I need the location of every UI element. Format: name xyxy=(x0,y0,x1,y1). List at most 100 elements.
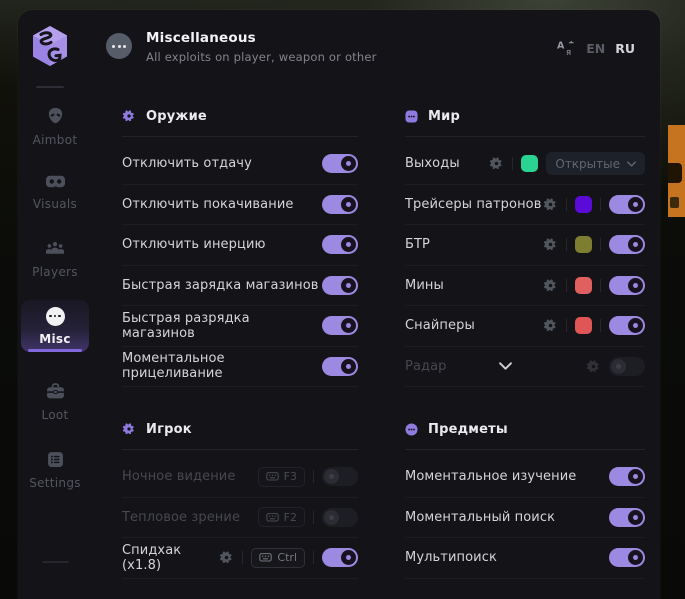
toggle-on[interactable] xyxy=(609,467,645,486)
feature-label: Выходы xyxy=(405,156,460,171)
feature-row: Моментальный поиск xyxy=(405,498,645,539)
toggle-on[interactable] xyxy=(609,508,645,527)
color-swatch[interactable] xyxy=(575,236,592,253)
toggle-on[interactable] xyxy=(609,276,645,295)
control-divider xyxy=(313,551,314,564)
feature-row: Моментальное прицеливание xyxy=(122,347,358,388)
sidebar-divider xyxy=(42,561,69,563)
keyboard-icon xyxy=(266,513,279,522)
toggle-on[interactable] xyxy=(609,195,645,214)
section-items: Предметы Моментальное изучение Моменталь… xyxy=(405,418,645,579)
chevron-down-icon[interactable] xyxy=(499,362,512,370)
control-divider xyxy=(512,157,513,170)
control-divider xyxy=(566,279,567,292)
color-swatch[interactable] xyxy=(521,155,538,172)
app-logo xyxy=(31,24,69,72)
feature-label: Отключить отдачу xyxy=(122,156,252,171)
gear-icon[interactable] xyxy=(586,359,601,374)
section-player: Игрок Ночное видение F3 xyxy=(122,418,358,579)
color-swatch[interactable] xyxy=(575,277,592,294)
gear-icon xyxy=(122,109,136,123)
feature-label: Ночное видение xyxy=(122,469,235,484)
section-title: Предметы xyxy=(428,422,508,437)
gear-icon[interactable] xyxy=(543,197,558,212)
section-header: Игрок xyxy=(122,418,358,440)
translate-icon[interactable]: A я xyxy=(557,39,576,57)
gear-icon[interactable] xyxy=(543,278,558,293)
background-glyph xyxy=(668,163,682,183)
feature-label: Моментальное изучение xyxy=(405,469,576,484)
sidebar-item-aimbot[interactable]: Aimbot xyxy=(21,106,89,147)
svg-text:A: A xyxy=(557,40,565,51)
feature-row: Трейсеры патронов xyxy=(405,185,645,226)
gear-icon[interactable] xyxy=(219,550,234,565)
sidebar-item-players[interactable]: Players xyxy=(21,241,89,279)
gear-icon[interactable] xyxy=(489,156,504,171)
feature-row: Мины xyxy=(405,266,645,307)
feature-row: Снайперы xyxy=(405,306,645,347)
ellipsis-icon xyxy=(46,307,65,326)
section-header: Мир xyxy=(405,105,645,127)
toggle-on[interactable] xyxy=(322,316,358,335)
sidebar-item-label: Settings xyxy=(29,476,81,490)
lang-ru-button[interactable]: RU xyxy=(615,41,635,56)
page-title: Miscellaneous xyxy=(146,30,256,46)
chevron-down-icon xyxy=(627,161,636,167)
control-divider xyxy=(600,238,601,251)
toggle-on[interactable] xyxy=(609,316,645,335)
toggle-on[interactable] xyxy=(322,357,358,376)
feature-row: Выходы Открытые xyxy=(405,144,645,185)
toggle-on[interactable] xyxy=(322,154,358,173)
feature-label: Трейсеры патронов xyxy=(405,197,542,212)
briefcase-icon xyxy=(46,383,65,400)
active-tab-indicator xyxy=(28,349,82,352)
sidebar-item-settings[interactable]: Settings xyxy=(21,451,89,490)
gear-icon[interactable] xyxy=(543,318,558,333)
hotkey-badge[interactable]: Ctrl xyxy=(251,548,305,568)
control-divider xyxy=(566,238,567,251)
dropdown-select[interactable]: Открытые xyxy=(546,152,645,175)
hotkey-badge[interactable]: F2 xyxy=(258,507,305,527)
gear-icon xyxy=(122,422,136,436)
toggle-on[interactable] xyxy=(609,548,645,567)
feature-label: Быстрая зарядка магазинов xyxy=(122,278,319,293)
feature-row: Отключить покачивание xyxy=(122,185,358,226)
feature-row: Ночное видение F3 xyxy=(122,457,358,498)
sidebar-item-label: Loot xyxy=(41,408,68,422)
gear-icon[interactable] xyxy=(543,237,558,252)
toggle-off[interactable] xyxy=(609,357,645,376)
hotkey-badge[interactable]: F3 xyxy=(258,467,305,487)
toggle-off[interactable] xyxy=(322,508,358,527)
logo-divider xyxy=(36,86,64,88)
page-subtitle: All exploits on player, weapon or other xyxy=(146,50,377,64)
keyboard-icon xyxy=(266,472,279,481)
feature-row: Радар xyxy=(405,347,645,388)
sidebar-item-visuals[interactable]: Visuals xyxy=(21,175,89,211)
control-divider xyxy=(313,470,314,483)
toggle-on[interactable] xyxy=(322,195,358,214)
feature-label: Радар xyxy=(405,359,447,374)
sidebar-item-label: Visuals xyxy=(33,197,77,211)
sidebar-item-label: Misc xyxy=(39,332,71,346)
feature-label: Тепловое зрение xyxy=(122,510,240,525)
control-divider xyxy=(600,198,601,211)
lang-en-button[interactable]: EN xyxy=(586,41,605,56)
feature-label: Снайперы xyxy=(405,318,475,333)
toggle-on[interactable] xyxy=(609,235,645,254)
page-ellipsis-icon xyxy=(106,33,132,59)
feature-label: Мины xyxy=(405,278,444,293)
toggle-on[interactable] xyxy=(322,235,358,254)
toggle-on[interactable] xyxy=(322,548,358,567)
feature-row: Мультипоиск xyxy=(405,538,645,579)
color-swatch[interactable] xyxy=(575,317,592,334)
toggle-on[interactable] xyxy=(322,276,358,295)
game-overlay-screen: Miscellaneous All exploits on player, we… xyxy=(0,0,685,599)
sidebar-item-label: Players xyxy=(32,265,78,279)
sidebar-item-misc-active[interactable]: Misc xyxy=(21,300,89,352)
section-title: Оружие xyxy=(146,109,207,124)
toggle-off[interactable] xyxy=(322,467,358,486)
control-divider xyxy=(600,279,601,292)
sidebar-item-loot[interactable]: Loot xyxy=(21,383,89,422)
feature-row: Спидхак (x1.8) Ctrl xyxy=(122,538,358,579)
color-swatch[interactable] xyxy=(575,196,592,213)
